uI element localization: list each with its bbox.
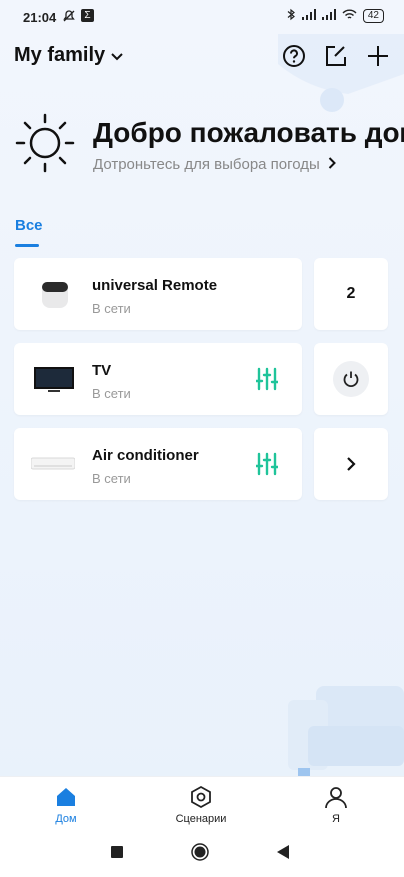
ac-open-button[interactable] [314,428,388,500]
welcome-title: Добро пожаловать домой [93,117,404,148]
app-notification-icon: Σ [81,9,94,22]
sliders-icon [254,452,280,476]
weather-selector[interactable]: Дотроньтесь для выбора погоды [93,156,336,173]
sun-icon [15,113,75,173]
nav-scenes[interactable]: Сценарии [161,785,241,825]
nav-home[interactable]: Дом [26,785,106,825]
nav-me[interactable]: Я [296,785,376,825]
controls-button[interactable] [254,452,280,481]
add-button[interactable] [364,42,392,70]
bluetooth-icon [287,8,296,24]
home-system-icon[interactable] [191,843,209,861]
device-count: 2 [346,285,356,302]
device-card-universal-remote[interactable]: universal Remote В сети [14,258,302,330]
help-icon [283,45,305,67]
device-count-button[interactable]: 2 [314,258,388,330]
signal-icon-2 [321,9,336,23]
nav-scenes-label: Сценарии [175,813,227,825]
tab-indicator [15,244,39,247]
system-nav-bar [0,828,404,877]
device-name: universal Remote [92,277,218,294]
recents-icon[interactable] [111,846,123,858]
signal-icon [301,9,316,23]
back-icon[interactable] [276,845,290,864]
device-status: В сети [92,386,131,401]
device-name: TV [92,362,112,379]
sofa-decoration [288,686,404,776]
tab-all[interactable]: Все [15,217,43,234]
power-button[interactable] [333,361,369,397]
status-bar: 21:04 Σ 42 [0,0,404,34]
wifi-icon [342,9,357,23]
nav-home-label: Дом [55,813,77,825]
tv-power-container [314,343,388,415]
status-time: 21:04 [23,10,57,25]
device-name: Air conditioner [92,447,199,464]
controls-button[interactable] [254,367,280,396]
home-icon [57,788,75,806]
profile-icon [325,787,347,809]
family-name: My family [14,44,106,66]
bottom-nav: Дом Сценарии Я [0,776,404,829]
chevron-right-icon [328,156,336,173]
device-status: В сети [92,471,131,486]
chevron-down-icon [111,44,123,67]
status-indicators: 42 [287,8,384,24]
sliders-icon [254,367,280,391]
device-card-air-conditioner[interactable]: Air conditioner В сети [14,428,302,500]
tv-device-image [34,365,74,395]
help-button[interactable] [280,42,308,70]
chevron-right-icon [347,457,356,471]
battery-indicator: 42 [362,9,384,23]
scenes-icon [191,785,211,809]
family-selector[interactable]: My family [14,44,123,67]
edit-button[interactable] [322,42,350,70]
device-status: В сети [92,301,131,316]
plus-icon [368,46,388,66]
edit-icon [326,46,346,66]
nav-me-label: Я [332,813,340,825]
mute-icon [62,9,76,28]
ac-device-image [30,456,76,472]
power-icon [343,371,359,388]
remote-device-image [38,278,72,312]
weather-hint-text: Дотроньтесь для выбора погоды [93,156,320,173]
device-card-tv[interactable]: TV В сети [14,343,302,415]
